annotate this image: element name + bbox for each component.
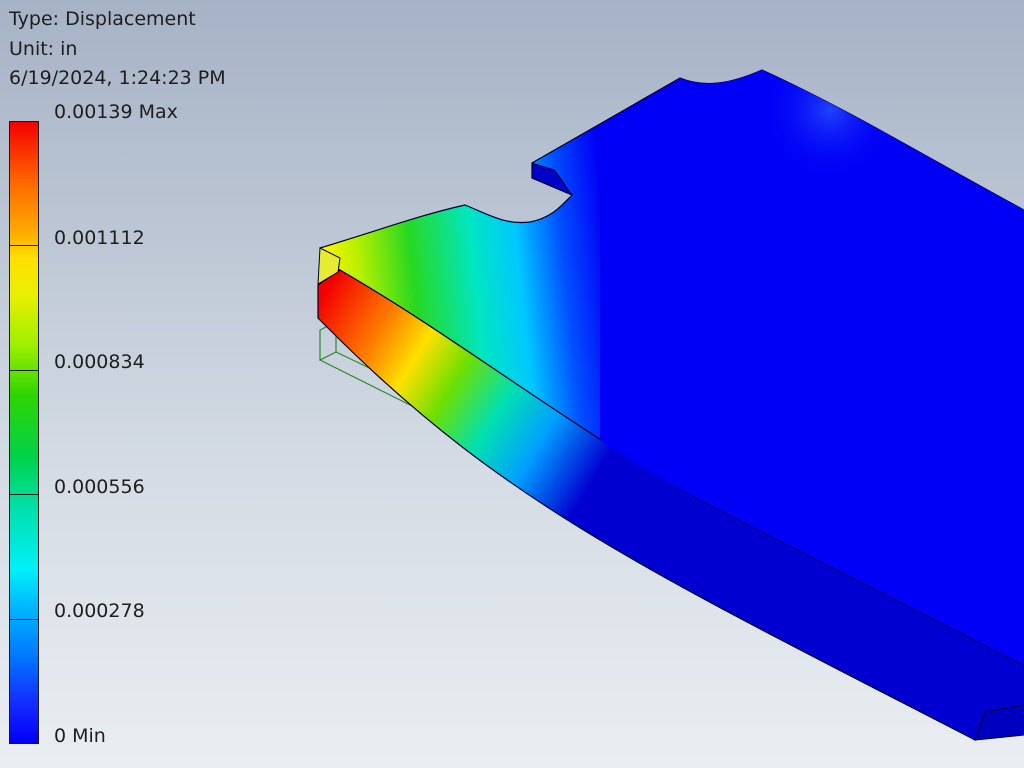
graphics-viewport[interactable]: Type: Displacement Unit: in 6/19/2024, 1… (0, 0, 1024, 768)
scale-label-min: 0 Min (54, 725, 106, 747)
result-type-label: Type: Displacement (9, 8, 196, 30)
timestamp-label: 6/19/2024, 1:24:23 PM (9, 67, 226, 89)
scale-label-3: 0.000556 (54, 476, 145, 498)
scale-tick (9, 370, 39, 371)
result-legend: Type: Displacement Unit: in 6/19/2024, 1… (0, 0, 260, 768)
scale-label-1: 0.001112 (54, 227, 145, 249)
unit-label: Unit: in (9, 38, 78, 60)
scale-tick (9, 619, 39, 620)
color-scale-bar (9, 121, 39, 744)
scale-tick (9, 245, 39, 246)
scale-label-2: 0.000834 (54, 351, 145, 373)
scale-label-max: 0.00139 Max (54, 101, 178, 123)
scale-label-4: 0.000278 (54, 600, 145, 622)
scale-tick (9, 494, 39, 495)
